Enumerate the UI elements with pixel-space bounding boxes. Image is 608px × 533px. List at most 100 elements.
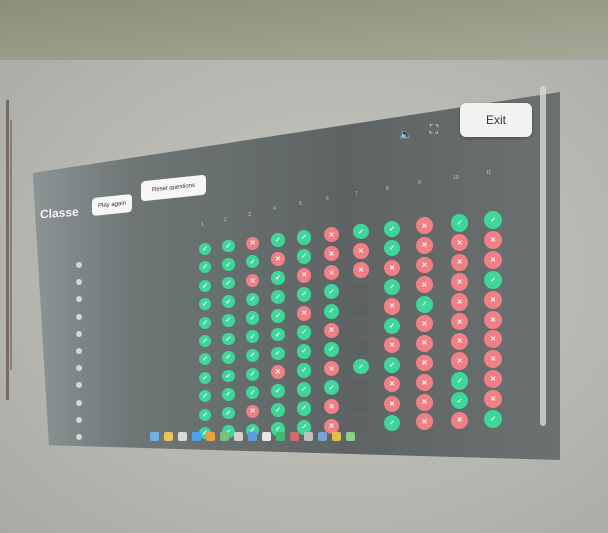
answer-cell-none bbox=[353, 378, 369, 394]
taskbar-app-icon[interactable] bbox=[234, 432, 243, 441]
scrollbar[interactable] bbox=[540, 86, 546, 426]
answer-cell-bad: ✕ bbox=[416, 374, 433, 391]
question-header: 2 bbox=[224, 216, 227, 223]
player-row bbox=[76, 348, 85, 360]
avatar bbox=[76, 348, 82, 354]
answer-cell-good: ✓ bbox=[222, 369, 235, 383]
avatar bbox=[76, 399, 82, 406]
answer-cell-bad: ✕ bbox=[451, 273, 469, 291]
answer-cell-good: ✓ bbox=[246, 311, 260, 325]
answer-cell-good: ✓ bbox=[484, 270, 502, 289]
taskbar-app-icon[interactable] bbox=[262, 432, 271, 441]
answer-cell-bad: ✕ bbox=[416, 315, 433, 333]
answer-cell-good: ✓ bbox=[297, 382, 312, 397]
cable bbox=[10, 120, 12, 370]
taskbar-app-icon[interactable] bbox=[318, 432, 327, 441]
answer-cell-good: ✓ bbox=[451, 372, 469, 390]
answer-cell-none bbox=[353, 320, 369, 336]
avatar bbox=[76, 382, 82, 389]
question-header: 7 bbox=[355, 190, 358, 197]
taskbar-app-icon[interactable] bbox=[192, 432, 201, 441]
answer-cell-good: ✓ bbox=[199, 371, 211, 384]
answer-cell-good: ✓ bbox=[297, 363, 312, 378]
answer-cell-good: ✓ bbox=[222, 388, 235, 401]
answer-cell-good: ✓ bbox=[271, 233, 285, 248]
answer-cell-good: ✓ bbox=[324, 303, 339, 319]
answer-cell-bad: ✕ bbox=[484, 390, 502, 409]
answer-cell-good: ✓ bbox=[271, 271, 285, 285]
answer-cell-none bbox=[353, 301, 369, 317]
answer-cell-bad: ✕ bbox=[416, 393, 433, 411]
fullscreen-icon[interactable]: ⛶ bbox=[426, 122, 442, 136]
taskbar-app-icon[interactable] bbox=[248, 432, 257, 441]
answer-cell-good: ✓ bbox=[271, 346, 285, 361]
answer-cell-bad: ✕ bbox=[416, 217, 433, 235]
answer-cell-good: ✓ bbox=[199, 408, 211, 421]
answer-cell-bad: ✕ bbox=[324, 361, 339, 377]
answer-cell-bad: ✕ bbox=[416, 335, 433, 352]
answer-cell-good: ✓ bbox=[416, 295, 433, 313]
answer-cell-good: ✓ bbox=[222, 406, 235, 420]
answer-cell-good: ✓ bbox=[199, 279, 211, 292]
taskbar-app-icon[interactable] bbox=[164, 432, 173, 441]
answer-cell-bad: ✕ bbox=[484, 230, 502, 249]
taskbar-app-icon[interactable] bbox=[150, 432, 159, 441]
answer-cell-good: ✓ bbox=[199, 335, 211, 347]
taskbar-app-icon[interactable] bbox=[304, 432, 313, 441]
answer-cell-bad: ✕ bbox=[416, 256, 433, 274]
answer-cell-good: ✓ bbox=[297, 230, 312, 245]
answer-cell-good: ✓ bbox=[297, 401, 312, 416]
answer-cell-bad: ✕ bbox=[384, 298, 401, 315]
answer-cell-bad: ✕ bbox=[271, 252, 285, 267]
answer-cell-bad: ✕ bbox=[384, 259, 401, 276]
answer-cell-bad: ✕ bbox=[353, 243, 369, 259]
avatar bbox=[76, 416, 82, 423]
answer-cell-good: ✓ bbox=[297, 249, 312, 264]
answer-cell-good: ✓ bbox=[246, 367, 260, 381]
taskbar-app-icon[interactable] bbox=[290, 432, 299, 441]
question-header: 5 bbox=[299, 201, 302, 208]
answer-cell-good: ✓ bbox=[484, 211, 502, 229]
cable bbox=[6, 100, 9, 400]
player-row bbox=[76, 330, 85, 343]
answer-cell-good: ✓ bbox=[271, 384, 285, 398]
answer-cell-bad: ✕ bbox=[484, 310, 502, 329]
player-row bbox=[76, 262, 85, 274]
question-header: 3 bbox=[248, 211, 251, 218]
answer-cell-bad: ✕ bbox=[324, 322, 339, 338]
answer-cell-good: ✓ bbox=[353, 358, 369, 375]
taskbar-app-icon[interactable] bbox=[346, 432, 355, 441]
exit-button[interactable]: Exit bbox=[460, 103, 532, 137]
player-row bbox=[76, 365, 85, 377]
answer-cell-good: ✓ bbox=[222, 314, 235, 327]
answer-cell-bad: ✕ bbox=[353, 262, 369, 278]
question-header: 1 bbox=[201, 222, 204, 228]
taskbar-app-icon[interactable] bbox=[276, 432, 285, 441]
taskbar bbox=[40, 426, 540, 448]
player-row bbox=[76, 279, 85, 291]
answer-cell-good: ✓ bbox=[199, 243, 211, 255]
answer-cell-bad: ✕ bbox=[451, 293, 469, 311]
answer-cell-good: ✓ bbox=[246, 292, 260, 306]
app-logo: Classe bbox=[40, 204, 79, 222]
question-header: 11 bbox=[486, 170, 492, 176]
taskbar-app-icon[interactable] bbox=[220, 432, 229, 441]
answer-cell-bad: ✕ bbox=[324, 227, 339, 242]
answer-cell-good: ✓ bbox=[271, 327, 285, 342]
taskbar-app-icon[interactable] bbox=[178, 432, 187, 441]
answer-cell-good: ✓ bbox=[222, 351, 235, 364]
answer-cell-bad: ✕ bbox=[384, 395, 401, 412]
player-row bbox=[76, 296, 85, 308]
answer-cell-good: ✓ bbox=[271, 289, 285, 304]
answer-cell-bad: ✕ bbox=[484, 290, 502, 309]
answer-cell-bad: ✕ bbox=[416, 354, 433, 372]
answer-cell-good: ✓ bbox=[271, 403, 285, 417]
sound-icon[interactable]: 🔈 bbox=[397, 128, 415, 142]
answer-cell-good: ✓ bbox=[353, 223, 369, 240]
answer-cell-bad: ✕ bbox=[297, 268, 312, 283]
answer-cell-good: ✓ bbox=[222, 258, 235, 271]
taskbar-app-icon[interactable] bbox=[332, 432, 341, 441]
taskbar-app-icon[interactable] bbox=[206, 432, 215, 441]
answer-cell-bad: ✕ bbox=[297, 306, 312, 321]
player-row bbox=[76, 313, 85, 326]
